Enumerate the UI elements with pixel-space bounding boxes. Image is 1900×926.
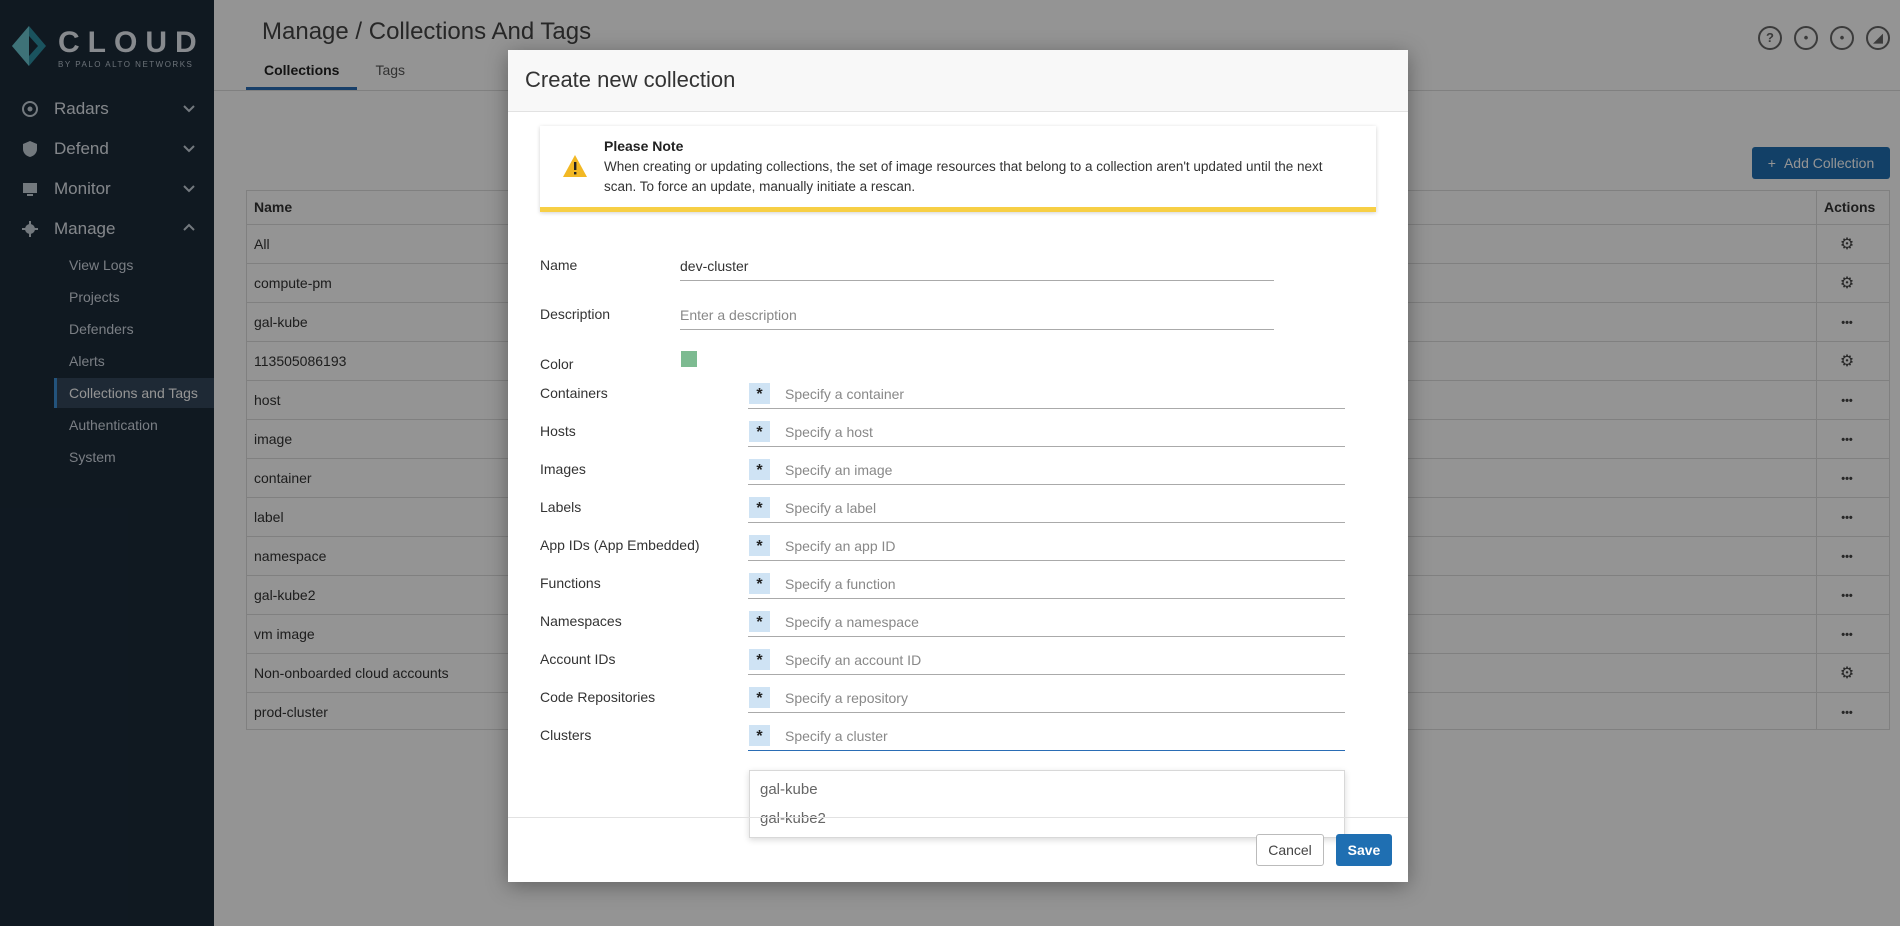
- dropdown-option-gal-kube[interactable]: gal-kube: [760, 781, 818, 798]
- field-label: Namespaces: [540, 613, 622, 629]
- tag-input[interactable]: [785, 458, 1325, 482]
- save-button[interactable]: Save: [1336, 834, 1392, 866]
- tag-field: *: [748, 645, 1345, 675]
- field-label: Labels: [540, 499, 582, 515]
- tag-input[interactable]: [785, 496, 1325, 520]
- dialog-title: Create new collection: [525, 67, 736, 92]
- name-input[interactable]: [680, 251, 1274, 281]
- field-label: Code Repositories: [540, 689, 656, 705]
- tag-input[interactable]: [785, 534, 1325, 558]
- wildcard-chip[interactable]: *: [749, 573, 770, 594]
- note-title: Please Note: [604, 138, 684, 154]
- wildcard-chip[interactable]: *: [749, 687, 770, 708]
- tag-input[interactable]: [785, 382, 1325, 406]
- field-label: Functions: [540, 575, 601, 591]
- tag-field: *: [748, 683, 1345, 713]
- tag-input[interactable]: [785, 648, 1325, 672]
- warning-icon: [563, 155, 587, 177]
- field-label: Hosts: [540, 423, 576, 439]
- tag-input[interactable]: [785, 420, 1325, 444]
- tag-input[interactable]: [785, 572, 1325, 596]
- color-swatch[interactable]: [681, 351, 697, 367]
- tag-field: *: [748, 455, 1345, 485]
- tag-field: *: [748, 379, 1345, 409]
- tag-field: *: [748, 569, 1345, 599]
- field-label: Account IDs: [540, 651, 616, 667]
- name-label: Name: [540, 257, 578, 273]
- tag-input[interactable]: [785, 686, 1325, 710]
- description-input[interactable]: [680, 300, 1274, 330]
- wildcard-chip[interactable]: *: [749, 421, 770, 442]
- tag-input[interactable]: [785, 610, 1325, 634]
- cluster-suggestions-dropdown: gal-kube gal-kube2: [749, 770, 1345, 838]
- tag-field: *: [748, 493, 1345, 523]
- tag-field: *: [748, 417, 1345, 447]
- note-text: When creating or updating collections, t…: [604, 159, 1323, 194]
- wildcard-chip[interactable]: *: [749, 611, 770, 632]
- tag-field: *: [748, 607, 1345, 637]
- tag-field: *: [748, 721, 1345, 751]
- tag-input[interactable]: [785, 724, 1325, 748]
- wildcard-chip[interactable]: *: [749, 535, 770, 556]
- cancel-button[interactable]: Cancel: [1256, 834, 1324, 866]
- dialog-header: Create new collection: [508, 50, 1408, 112]
- dialog-footer-divider: [508, 817, 1408, 818]
- field-label: Images: [540, 461, 586, 477]
- wildcard-chip[interactable]: *: [749, 725, 770, 746]
- wildcard-chip[interactable]: *: [749, 649, 770, 670]
- wildcard-chip[interactable]: *: [749, 459, 770, 480]
- dropdown-option-gal-kube2[interactable]: gal-kube2: [760, 810, 826, 827]
- wildcard-chip[interactable]: *: [749, 497, 770, 518]
- field-label: Containers: [540, 385, 608, 401]
- description-label: Description: [540, 306, 611, 322]
- create-collection-dialog: Create new collection Please Note When c…: [508, 50, 1408, 882]
- field-label: App IDs (App Embedded): [540, 537, 700, 553]
- wildcard-chip[interactable]: *: [749, 383, 770, 404]
- field-label: Clusters: [540, 727, 592, 743]
- note-banner: Please Note When creating or updating co…: [540, 126, 1376, 212]
- tag-field: *: [748, 531, 1345, 561]
- color-label: Color: [540, 356, 574, 372]
